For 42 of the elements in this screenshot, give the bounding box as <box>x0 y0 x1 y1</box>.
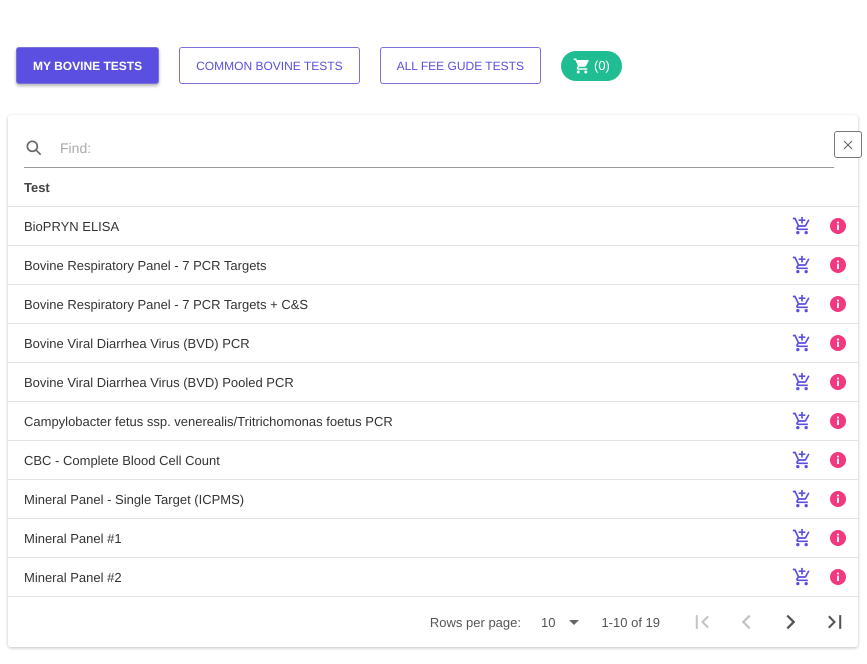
rows-per-page-label: Rows per page: <box>430 614 521 630</box>
table-cell-text: Bovine Respiratory Panel - 7 PCR Targets <box>24 258 268 272</box>
search-field[interactable]: Find: <box>58 139 834 157</box>
add-to-cart-icon[interactable] <box>792 411 812 431</box>
info-icon[interactable] <box>830 452 846 468</box>
info-icon[interactable] <box>830 491 846 507</box>
table-cell-text: Bovine Respiratory Panel - 7 PCR Targets + C&S <box>24 296 310 312</box>
table-cell-text: Bovine Viral Diarrhea Virus (BVD) PCR <box>24 336 251 350</box>
table-cell-text: Bovine Viral Diarrhea Virus (BVD) Pooled PCR <box>24 374 295 390</box>
table-cell-text: BioPRYN ELISA <box>24 218 120 234</box>
cart-icon <box>572 56 591 74</box>
add-to-cart-icon[interactable] <box>792 216 812 236</box>
tab-button[interactable]: COMMON BOVINE TESTS <box>179 47 360 84</box>
add-to-cart-icon[interactable] <box>792 450 812 470</box>
rows-per-page-select[interactable]: 10 <box>540 614 580 630</box>
table-cell-text: Mineral Panel #2 <box>24 570 123 584</box>
info-icon[interactable] <box>830 530 846 546</box>
info-icon[interactable] <box>830 335 846 351</box>
add-to-cart-icon[interactable] <box>792 333 812 353</box>
add-to-cart-icon[interactable] <box>792 528 812 548</box>
info-icon[interactable] <box>830 296 846 312</box>
info-icon[interactable] <box>830 569 846 585</box>
close-button[interactable] <box>834 131 862 158</box>
dropdown-caret-icon <box>569 620 580 624</box>
add-to-cart-icon[interactable] <box>792 372 812 392</box>
column-header: Test <box>24 180 50 194</box>
info-icon[interactable] <box>830 374 846 390</box>
page-range: 1-10 of 19 <box>601 614 660 630</box>
add-to-cart-icon[interactable] <box>792 489 812 509</box>
tab-button[interactable]: ALL FEE GUDE TESTS <box>380 47 541 84</box>
add-to-cart-icon[interactable] <box>792 255 812 275</box>
info-icon[interactable] <box>830 218 846 234</box>
table-cell-text: Mineral Panel - Single Target (ICPMS) <box>24 492 246 506</box>
tab-button[interactable]: MY BOVINE TESTS <box>16 47 160 84</box>
table-cell-text: CBC - Complete Blood Cell Count <box>24 452 221 468</box>
table-cell-text: Campylobacter fetus ssp. venerealis/Tritrichomonas foetus PCR <box>24 414 394 428</box>
info-icon[interactable] <box>830 413 846 429</box>
search-icon <box>24 138 44 158</box>
add-to-cart-icon[interactable] <box>792 294 812 314</box>
info-icon[interactable] <box>830 257 846 273</box>
table-cell-text: Mineral Panel #1 <box>24 530 123 546</box>
add-to-cart-icon[interactable] <box>792 567 812 587</box>
